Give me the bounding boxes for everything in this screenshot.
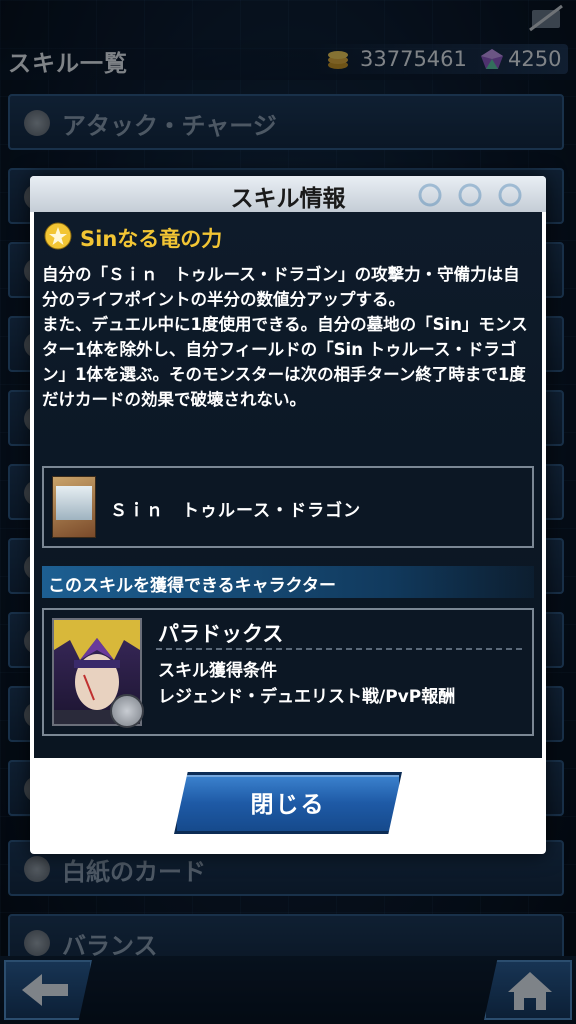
card-name: Ｓｉｎ トゥルース・ドラゴン (110, 501, 362, 521)
section-header-label: このスキルを獲得できるキャラクター (48, 576, 336, 596)
skill-badge-icon (110, 694, 144, 728)
card-art (56, 486, 92, 520)
modal-title: スキル情報 (230, 186, 346, 212)
condition-label: スキル獲得条件 (158, 661, 277, 681)
skill-description: 自分の「Ｓｉｎ トゥルース・ドラゴン」の攻撃力・守備力は自分のライフポイントの半… (42, 265, 528, 409)
condition-value: レジェンド・デュエリスト戦/PvP報酬 (158, 687, 456, 707)
character-name: パラドックス (158, 622, 284, 646)
star-badge-icon (44, 222, 72, 250)
skill-name: Sinなる竜の力 (80, 227, 223, 251)
close-button-label[interactable]: 閉じる (174, 785, 402, 819)
divider (156, 648, 522, 650)
